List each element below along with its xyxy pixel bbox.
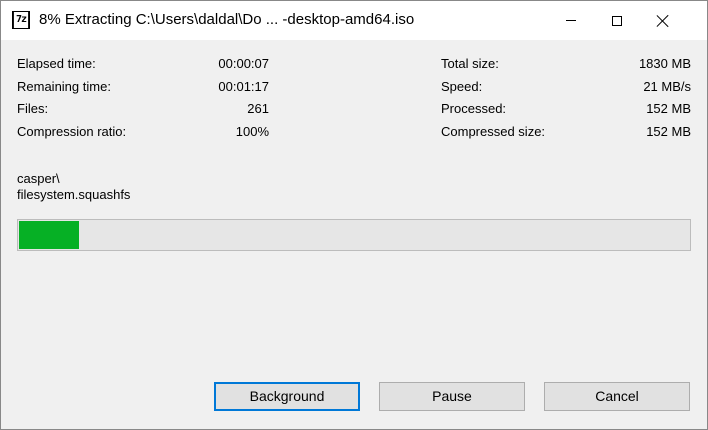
progress-bar-fill (19, 221, 79, 249)
files-value: 261 (247, 101, 269, 116)
window-title: 8% Extracting C:\Users\daldal\Do ... -de… (39, 11, 415, 28)
compression-ratio-value: 100% (235, 124, 269, 139)
close-button[interactable] (640, 1, 686, 40)
compressed-size-value: 152 MB (646, 124, 691, 139)
compression-ratio-label: Compression ratio: (17, 124, 127, 139)
cancel-button[interactable]: Cancel (544, 382, 690, 411)
maximize-button[interactable] (594, 1, 640, 40)
close-icon (656, 14, 670, 28)
minimize-icon (566, 20, 576, 21)
progress-bar (17, 219, 691, 251)
speed-value: 21 MB/s (643, 79, 691, 94)
total-size-label: Total size: (441, 56, 499, 71)
minimize-button[interactable] (548, 1, 594, 40)
remaining-time-value: 00:01:17 (218, 79, 269, 94)
total-size-value: 1830 MB (638, 56, 691, 71)
maximize-icon (612, 15, 622, 26)
speed-label: Speed: (441, 79, 483, 94)
7zip-app-icon[interactable]: 7z (12, 11, 30, 29)
current-file: filesystem.squashfs (17, 187, 131, 202)
pause-button[interactable]: Pause (379, 382, 525, 411)
remaining-time-label: Remaining time: (17, 79, 111, 94)
title-bar[interactable]: 7z 8% Extracting C:\Users\daldal\Do ... … (1, 1, 707, 40)
background-button[interactable]: Background (214, 382, 360, 411)
extraction-dialog: 7z 8% Extracting C:\Users\daldal\Do ... … (0, 0, 708, 430)
elapsed-time-value: 00:00:07 (218, 56, 269, 71)
files-label: Files: (17, 101, 49, 116)
current-folder: casper\ (17, 171, 60, 186)
processed-value: 152 MB (646, 101, 691, 116)
processed-label: Processed: (441, 101, 507, 116)
elapsed-time-label: Elapsed time: (17, 56, 96, 71)
app-icon-glyph: 7z (14, 12, 28, 28)
compressed-size-label: Compressed size: (441, 124, 546, 139)
